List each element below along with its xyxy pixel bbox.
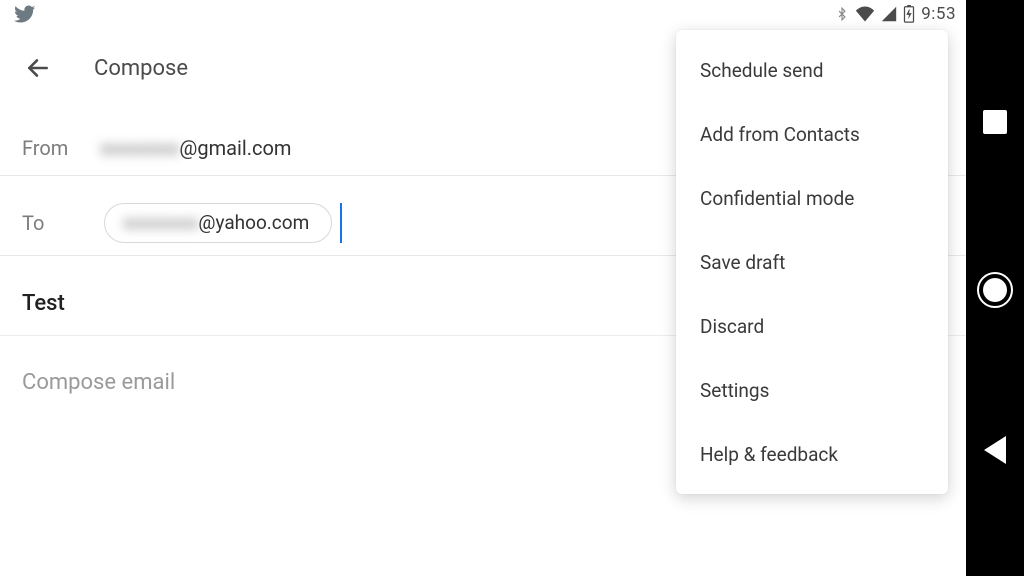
status-clock: 9:53: [921, 4, 956, 24]
body-placeholder: Compose email: [22, 370, 175, 395]
battery-charging-icon: [903, 5, 915, 23]
status-bar: 9:53: [0, 0, 966, 28]
subject-text: Test: [22, 291, 65, 316]
from-domain: @gmail.com: [179, 136, 291, 160]
menu-schedule-send[interactable]: Schedule send: [676, 38, 948, 102]
from-value: xxxxxxxx@gmail.com: [100, 136, 291, 160]
cell-signal-icon: [881, 6, 897, 22]
bluetooth-icon: [835, 5, 849, 23]
menu-add-from-contacts[interactable]: Add from Contacts: [676, 102, 948, 166]
menu-settings[interactable]: Settings: [676, 358, 948, 422]
to-label: To: [22, 211, 100, 235]
menu-help-feedback[interactable]: Help & feedback: [676, 422, 948, 486]
wifi-icon: [855, 6, 875, 22]
page-title: Compose: [94, 56, 188, 81]
from-label: From: [22, 136, 100, 160]
from-redacted: xxxxxxxx: [100, 136, 179, 160]
text-cursor: [340, 203, 342, 243]
android-nav-bar: [966, 0, 1024, 576]
to-redacted: xxxxxxxx: [123, 211, 198, 234]
nav-home-button[interactable]: [977, 272, 1013, 308]
twitter-notification-icon: [14, 3, 36, 25]
menu-discard[interactable]: Discard: [676, 294, 948, 358]
overflow-menu: Schedule send Add from Contacts Confiden…: [676, 30, 948, 494]
menu-save-draft[interactable]: Save draft: [676, 230, 948, 294]
menu-confidential-mode[interactable]: Confidential mode: [676, 166, 948, 230]
back-button[interactable]: [20, 50, 56, 86]
recipient-chip[interactable]: xxxxxxxx@yahoo.com: [104, 203, 332, 243]
nav-back-button[interactable]: [984, 436, 1006, 464]
app-content: 9:53 Compose From xxxxxxxx@gmail.com To …: [0, 0, 966, 576]
nav-recent-button[interactable]: [983, 110, 1007, 134]
to-domain: @yahoo.com: [198, 211, 309, 234]
